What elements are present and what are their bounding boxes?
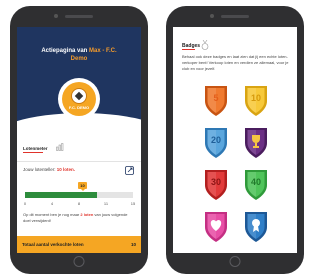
home-button[interactable] (73, 256, 85, 267)
lottery-counter-value: 10 loten. (56, 167, 76, 172)
shield-icon (245, 212, 267, 242)
badge-label: 40 (250, 177, 261, 187)
tooltip-arrow (81, 189, 85, 191)
divider (17, 161, 141, 162)
badges-screen: Badges Behaal ook deze badges en laat zi… (173, 27, 297, 253)
total-sold-value: 10 (130, 242, 136, 247)
badge-label: 10 (250, 93, 261, 103)
badge-shield[interactable]: 30 (201, 167, 231, 201)
football-icon (71, 88, 87, 104)
title-line2: Demo (70, 56, 88, 62)
total-sold-label: Totaal aantal verkochte loten (22, 242, 84, 247)
lotenmeter-label: Lotenmeter (23, 146, 48, 151)
badge-shield[interactable] (241, 125, 271, 159)
page-title: Actiepagina van Max - F.C. Demo (21, 47, 137, 63)
club-badge: F.C. DEMO (58, 78, 100, 120)
progress-tick-label: 15 (130, 201, 136, 206)
progress-bar (25, 192, 133, 198)
bar-chart-icon (56, 143, 64, 151)
info-prefix: Op dit moment ben je nog maar (23, 212, 81, 217)
total-sold-footer: Totaal aantal verkochte loten 10 (17, 236, 141, 253)
progress-tooltip: 10 (78, 182, 87, 189)
speaker-grille (221, 15, 249, 18)
action-page-screen: Actiepagina van Max - F.C. Demo F.C. DEM… (17, 27, 141, 253)
home-button[interactable] (229, 256, 241, 267)
badge-label: 20 (210, 135, 221, 145)
phone-frame-right: Badges Behaal ook deze badges en laat zi… (166, 6, 304, 274)
lotenmeter-underline (23, 152, 43, 153)
info-text: Op dit moment ben je nog maar 2 loten va… (23, 212, 135, 224)
badge-shield[interactable]: 10 (241, 83, 271, 117)
club-badge-text: F.C. DEMO (68, 105, 90, 110)
phone-frame-left: Actiepagina van Max - F.C. Demo F.C. DEM… (10, 6, 148, 274)
title-prefix: Actiepagina van (41, 48, 88, 54)
club-name: Max - F.C. (89, 48, 117, 54)
badge-shield[interactable] (201, 209, 231, 243)
badge-shield[interactable]: 40 (241, 167, 271, 201)
shield-icon (245, 128, 267, 158)
badge-shield[interactable]: 5 (201, 83, 231, 117)
progress-tick-label: 11 (103, 201, 109, 206)
info-highlight: 2 loten (80, 212, 94, 217)
badge-label: 5 (213, 93, 219, 103)
camera-icon (54, 14, 58, 18)
progress-tick-label: 0 (23, 201, 27, 206)
progress-ticks: 0 4 8 11 15 (23, 201, 136, 207)
camera-icon (210, 14, 214, 18)
badge-shield[interactable]: 20 (201, 125, 231, 159)
progress-fill (25, 192, 97, 198)
badge-grid: 5 10 20 30 40 (173, 27, 297, 253)
badge-shield[interactable] (241, 209, 271, 243)
badge-label: 30 (210, 177, 221, 187)
lottery-counter: Jouw lotenteller: 10 loten. (23, 167, 75, 172)
lottery-counter-label: Jouw lotenteller: (23, 167, 57, 172)
hero-curve (17, 113, 141, 173)
share-icon[interactable] (125, 165, 135, 175)
progress-tick-label: 8 (77, 201, 81, 206)
club-badge-inner: F.C. DEMO (62, 82, 96, 116)
speaker-grille (65, 15, 93, 18)
hero-header: Actiepagina van Max - F.C. Demo F.C. DEM… (17, 27, 141, 173)
progress-tick-label: 4 (50, 201, 54, 206)
shield-icon (205, 212, 227, 242)
